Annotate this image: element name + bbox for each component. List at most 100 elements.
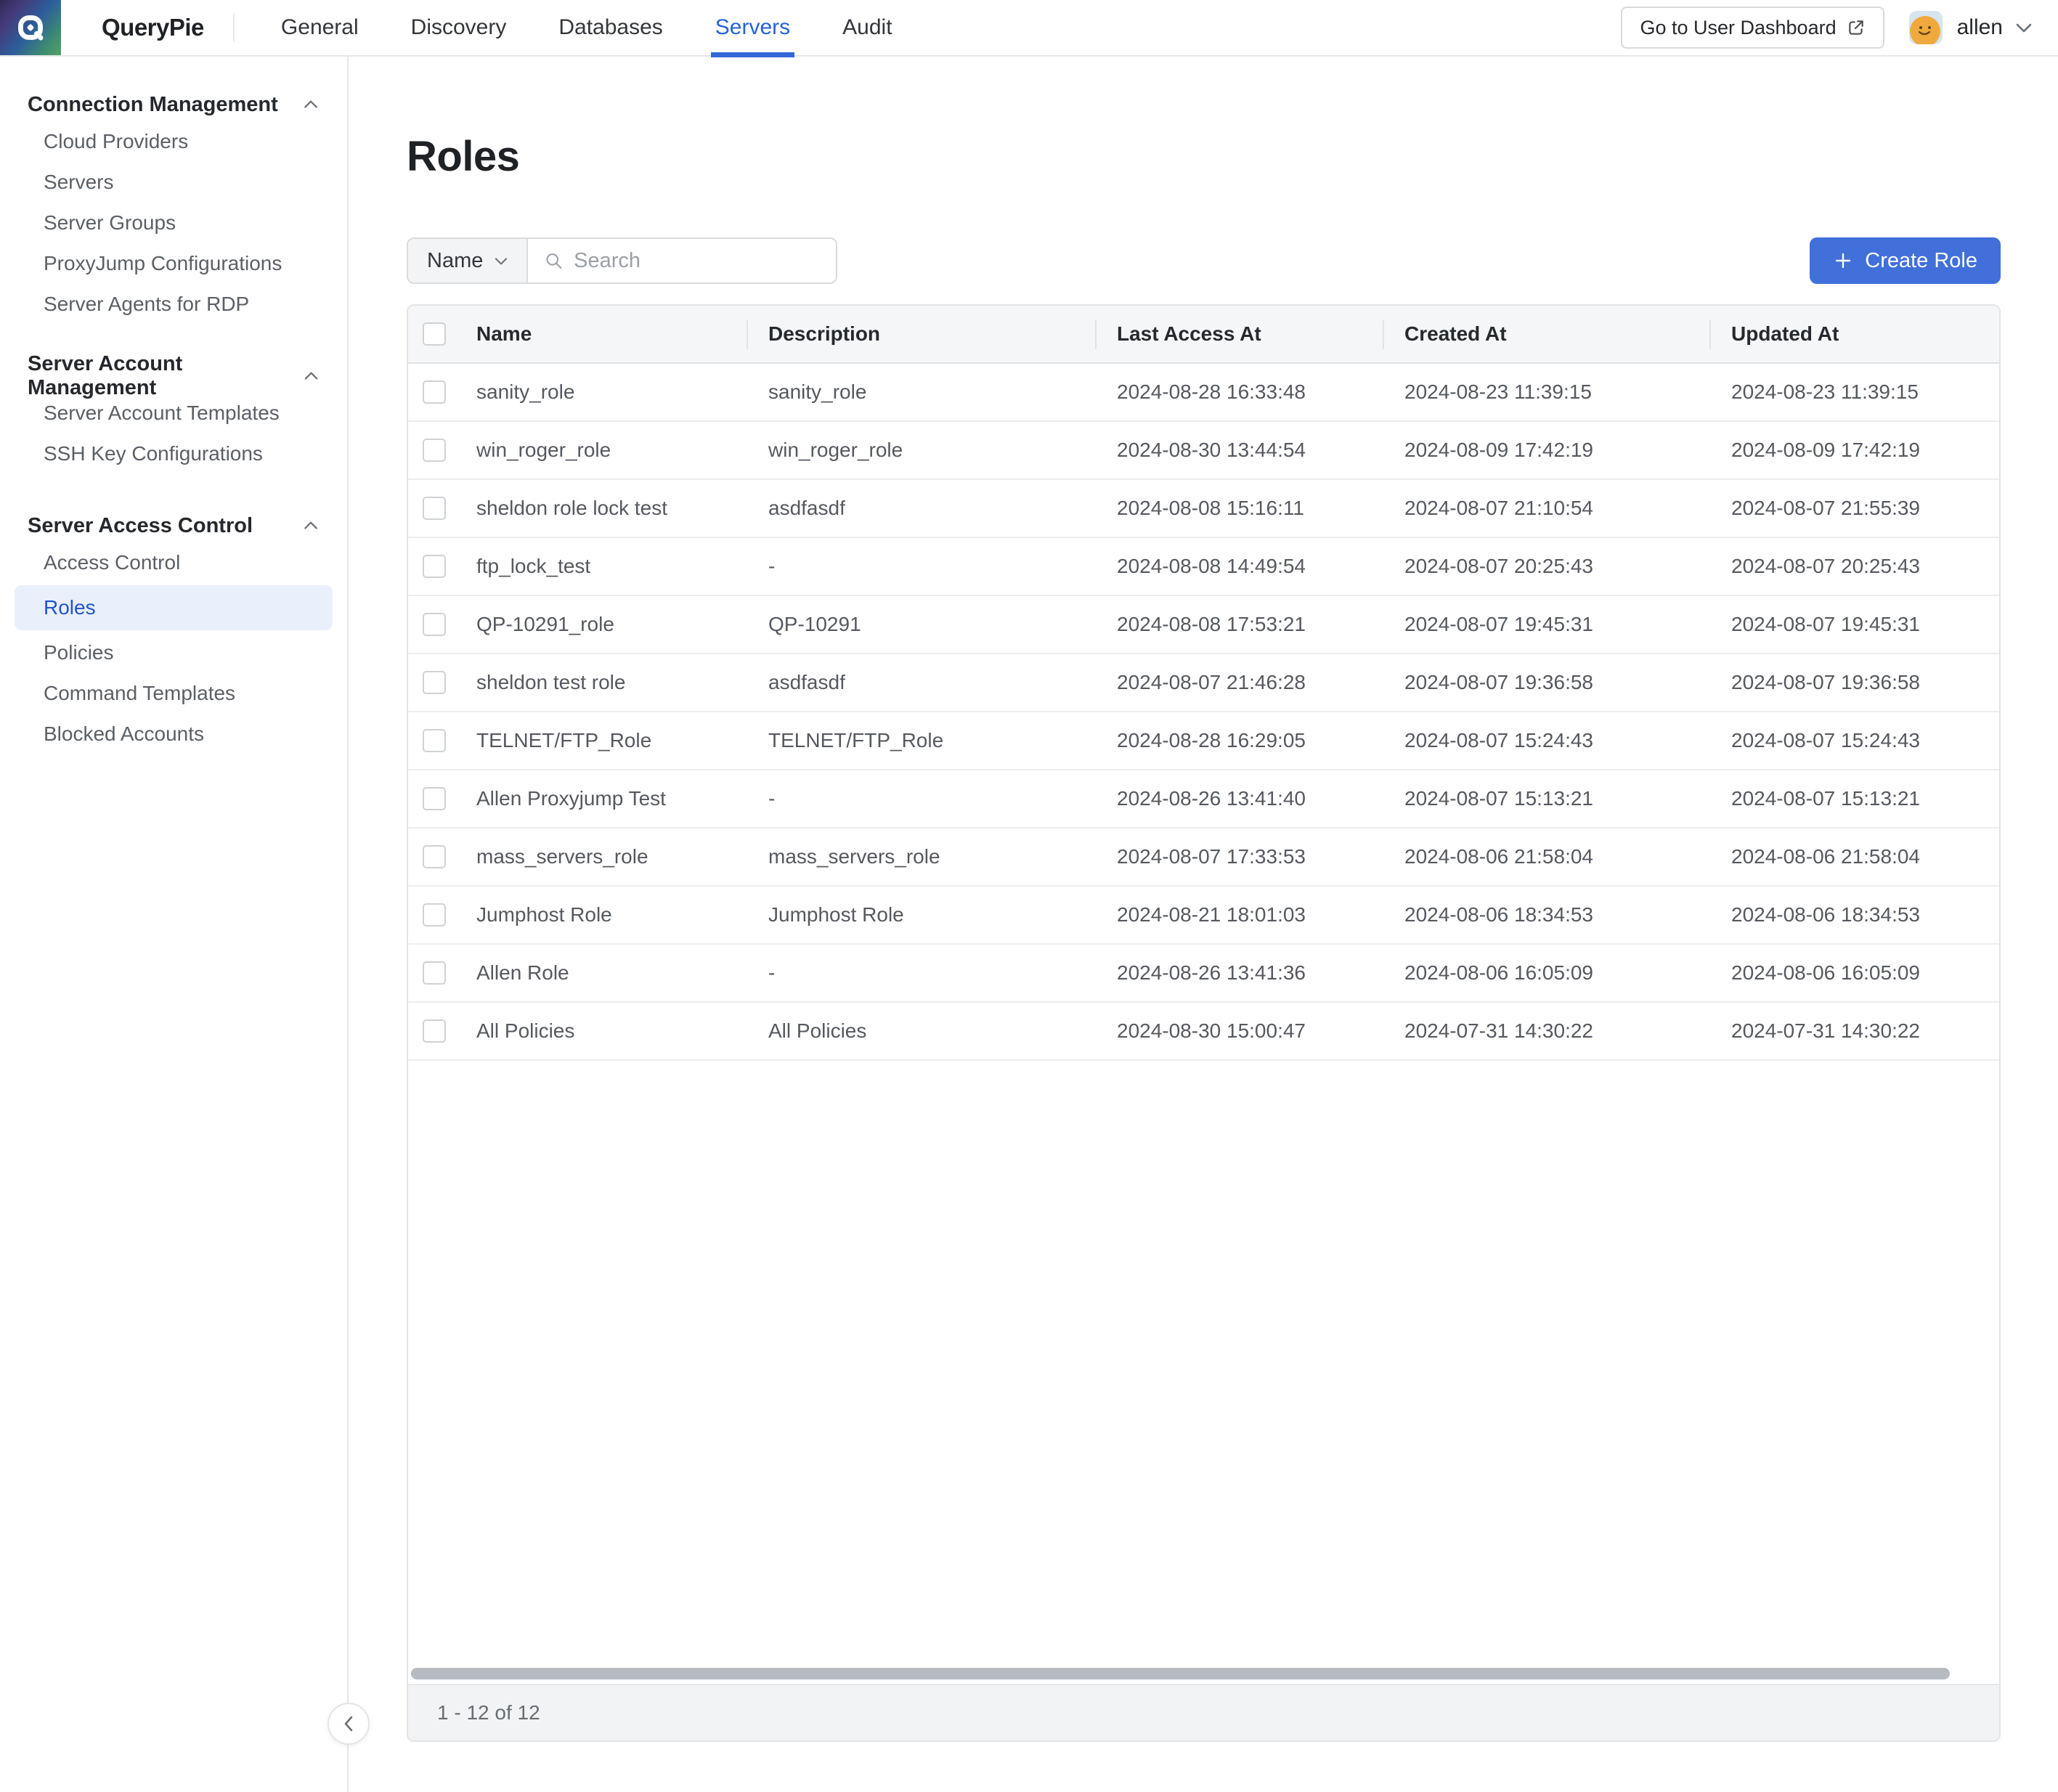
row-checkbox[interactable] xyxy=(423,845,446,868)
role-created-at: 2024-08-07 15:13:21 xyxy=(1383,787,1709,810)
role-last-access-at: 2024-08-30 13:44:54 xyxy=(1095,439,1383,462)
role-created-at: 2024-08-07 20:25:43 xyxy=(1383,555,1709,578)
row-checkbox-cell xyxy=(408,364,455,420)
row-checkbox[interactable] xyxy=(423,380,446,404)
sidebar-item-policies[interactable]: Policies xyxy=(0,633,347,672)
table-row[interactable]: Allen Role - 2024-08-26 13:41:36 2024-08… xyxy=(408,945,1999,1003)
querypie-logo[interactable] xyxy=(0,0,61,55)
table-row[interactable]: QP-10291_role QP-10291 2024-08-08 17:53:… xyxy=(408,596,1999,654)
user-menu[interactable]: allen xyxy=(1943,15,2032,40)
table-row[interactable]: mass_servers_role mass_servers_role 2024… xyxy=(408,828,1999,887)
table-row[interactable]: sheldon role lock test asdfasdf 2024-08-… xyxy=(408,480,1999,538)
section-title: Connection Management xyxy=(28,93,278,117)
column-header-last-access-at: Last Access At xyxy=(1095,306,1383,362)
filter-field-label: Name xyxy=(427,249,483,273)
nav-general[interactable]: General xyxy=(255,0,385,56)
section-header-server-access-control[interactable]: Server Access Control xyxy=(0,510,347,542)
role-created-at: 2024-08-23 11:39:15 xyxy=(1383,380,1709,404)
table-row[interactable]: All Policies All Policies 2024-08-30 15:… xyxy=(408,1003,1999,1061)
filter-field-select[interactable]: Name xyxy=(408,239,528,282)
chevron-down-icon xyxy=(495,257,508,265)
role-created-at: 2024-08-07 19:45:31 xyxy=(1383,613,1709,636)
role-name: sheldon test role xyxy=(455,671,747,694)
section-header-connection-management[interactable]: Connection Management xyxy=(0,89,347,121)
row-checkbox[interactable] xyxy=(423,671,446,694)
sidebar-item-server-agents-for-rdp[interactable]: Server Agents for RDP xyxy=(0,285,347,324)
chevron-up-icon xyxy=(304,521,318,530)
column-header-updated-at: Updated At xyxy=(1709,306,1999,362)
sidebar-item-servers[interactable]: Servers xyxy=(0,163,347,202)
row-checkbox-cell xyxy=(408,596,455,653)
sidebar-item-command-templates[interactable]: Command Templates xyxy=(0,674,347,713)
sidebar-item-ssh-key-configurations[interactable]: SSH Key Configurations xyxy=(0,434,347,473)
table-row[interactable]: ftp_lock_test - 2024-08-08 14:49:54 2024… xyxy=(408,538,1999,596)
role-name: All Policies xyxy=(455,1019,747,1043)
role-last-access-at: 2024-08-07 17:33:53 xyxy=(1095,845,1383,868)
table-row[interactable]: win_roger_role win_roger_role 2024-08-30… xyxy=(408,422,1999,480)
header-checkbox-cell xyxy=(408,306,455,362)
table-header-row: Name Description Last Access At Created … xyxy=(408,306,1999,364)
role-updated-at: 2024-08-06 18:34:53 xyxy=(1709,903,1999,926)
row-checkbox[interactable] xyxy=(423,613,446,636)
row-checkbox[interactable] xyxy=(423,497,446,520)
go-to-user-dashboard-button[interactable]: Go to User Dashboard xyxy=(1621,7,1884,49)
nav-servers[interactable]: Servers xyxy=(689,0,816,56)
role-created-at: 2024-08-07 21:10:54 xyxy=(1383,497,1709,520)
role-name: sanity_role xyxy=(455,380,747,404)
row-checkbox[interactable] xyxy=(423,787,446,810)
plus-icon xyxy=(1833,251,1853,271)
sidebar-section-server-access-control: Server Access Control Access Control Rol… xyxy=(0,510,347,754)
page-title: Roles xyxy=(407,132,2001,181)
sidebar-item-access-control[interactable]: Access Control xyxy=(0,543,347,582)
sidebar-item-cloud-providers[interactable]: Cloud Providers xyxy=(0,122,347,161)
row-checkbox[interactable] xyxy=(423,555,446,578)
role-description: sanity_role xyxy=(747,380,1095,404)
role-updated-at: 2024-08-06 16:05:09 xyxy=(1709,961,1999,985)
search-input[interactable] xyxy=(574,249,820,273)
table-row[interactable]: Jumphost Role Jumphost Role 2024-08-21 1… xyxy=(408,887,1999,945)
sidebar: Connection Management Cloud Providers Se… xyxy=(0,57,349,1792)
table-row[interactable]: Allen Proxyjump Test - 2024-08-26 13:41:… xyxy=(408,770,1999,828)
sidebar-item-roles[interactable]: Roles xyxy=(15,585,333,630)
role-updated-at: 2024-08-07 21:55:39 xyxy=(1709,497,1999,520)
role-name: Allen Proxyjump Test xyxy=(455,787,747,810)
row-checkbox[interactable] xyxy=(423,439,446,462)
role-last-access-at: 2024-08-08 15:16:11 xyxy=(1095,497,1383,520)
row-checkbox[interactable] xyxy=(423,1019,446,1043)
role-last-access-at: 2024-08-28 16:29:05 xyxy=(1095,729,1383,752)
create-role-label: Create Role xyxy=(1865,249,1977,273)
row-checkbox-cell xyxy=(408,654,455,711)
nav-discovery[interactable]: Discovery xyxy=(385,0,533,56)
sidebar-collapse-button[interactable] xyxy=(328,1703,370,1745)
nav-audit[interactable]: Audit xyxy=(816,0,918,56)
nav-databases[interactable]: Databases xyxy=(532,0,688,56)
table-row[interactable]: sanity_role sanity_role 2024-08-28 16:33… xyxy=(408,364,1999,422)
role-name: sheldon role lock test xyxy=(455,497,747,520)
sidebar-item-proxyjump-configurations[interactable]: ProxyJump Configurations xyxy=(0,244,347,283)
role-last-access-at: 2024-08-30 15:00:47 xyxy=(1095,1019,1383,1043)
sidebar-item-blocked-accounts[interactable]: Blocked Accounts xyxy=(0,714,347,754)
section-header-server-account-management[interactable]: Server Account Management xyxy=(0,360,347,392)
role-created-at: 2024-08-06 16:05:09 xyxy=(1383,961,1709,985)
row-checkbox[interactable] xyxy=(423,961,446,985)
pagination-range: 1 - 12 of 12 xyxy=(437,1701,540,1724)
row-checkbox[interactable] xyxy=(423,729,446,752)
topbar-divider xyxy=(233,14,235,41)
role-description: asdfasdf xyxy=(747,497,1095,520)
horizontal-scrollbar-thumb[interactable] xyxy=(411,1668,1950,1679)
row-checkbox-cell xyxy=(408,887,455,943)
sidebar-item-server-groups[interactable]: Server Groups xyxy=(0,203,347,243)
table-row[interactable]: TELNET/FTP_Role TELNET/FTP_Role 2024-08-… xyxy=(408,712,1999,770)
role-description: Jumphost Role xyxy=(747,903,1095,926)
row-checkbox-cell xyxy=(408,945,455,1001)
user-avatar[interactable] xyxy=(1909,11,1943,44)
table-row[interactable]: sheldon test role asdfasdf 2024-08-07 21… xyxy=(408,654,1999,712)
user-name: allen xyxy=(1957,15,2003,40)
create-role-button[interactable]: Create Role xyxy=(1810,237,2001,284)
column-header-description: Description xyxy=(747,306,1095,362)
select-all-checkbox[interactable] xyxy=(423,322,446,346)
role-last-access-at: 2024-08-08 17:53:21 xyxy=(1095,613,1383,636)
search-box xyxy=(528,239,836,282)
search-icon xyxy=(544,250,564,272)
row-checkbox[interactable] xyxy=(423,903,446,926)
